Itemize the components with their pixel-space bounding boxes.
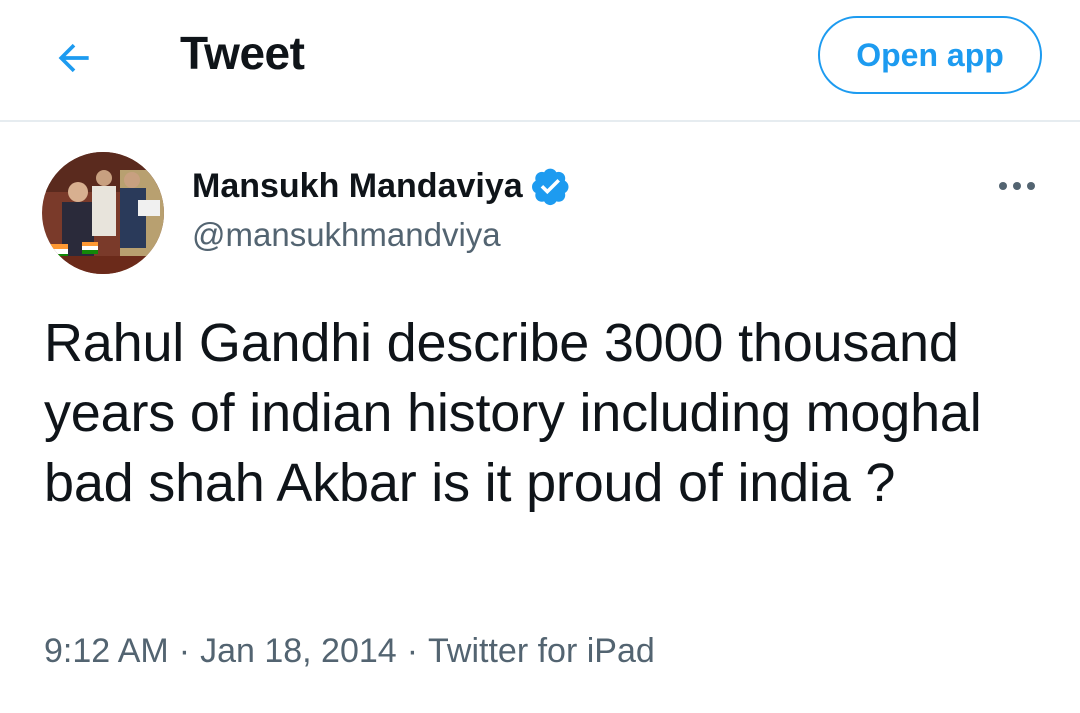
back-button[interactable] bbox=[46, 30, 102, 86]
author-name-text: Mansukh Mandaviya bbox=[192, 166, 523, 205]
more-horizontal-icon bbox=[999, 182, 1035, 190]
tweet-source[interactable]: Twitter for iPad bbox=[428, 632, 655, 670]
open-app-button[interactable]: Open app bbox=[818, 16, 1042, 94]
tweet-text: Rahul Gandhi describe 3000 thousand year… bbox=[44, 313, 982, 513]
separator: · bbox=[178, 632, 191, 670]
tweet-metadata: 9:12 AM · Jan 18, 2014 · Twitter for iPad bbox=[44, 632, 655, 671]
page-title: Tweet bbox=[180, 27, 305, 79]
avatar-photo bbox=[42, 152, 164, 274]
avatar[interactable] bbox=[42, 152, 164, 274]
verified-badge-icon bbox=[531, 168, 569, 206]
separator: · bbox=[406, 632, 419, 670]
more-button[interactable] bbox=[992, 168, 1042, 204]
tweet-time[interactable]: 9:12 AM bbox=[44, 632, 169, 670]
arrow-left-icon bbox=[58, 43, 89, 73]
author-handle[interactable]: @mansukhmandviya bbox=[192, 216, 501, 254]
author-name[interactable]: Mansukh Mandaviya bbox=[192, 166, 571, 206]
top-bar: Tweet Open app bbox=[0, 0, 1080, 122]
tweet-date[interactable]: Jan 18, 2014 bbox=[200, 632, 397, 670]
